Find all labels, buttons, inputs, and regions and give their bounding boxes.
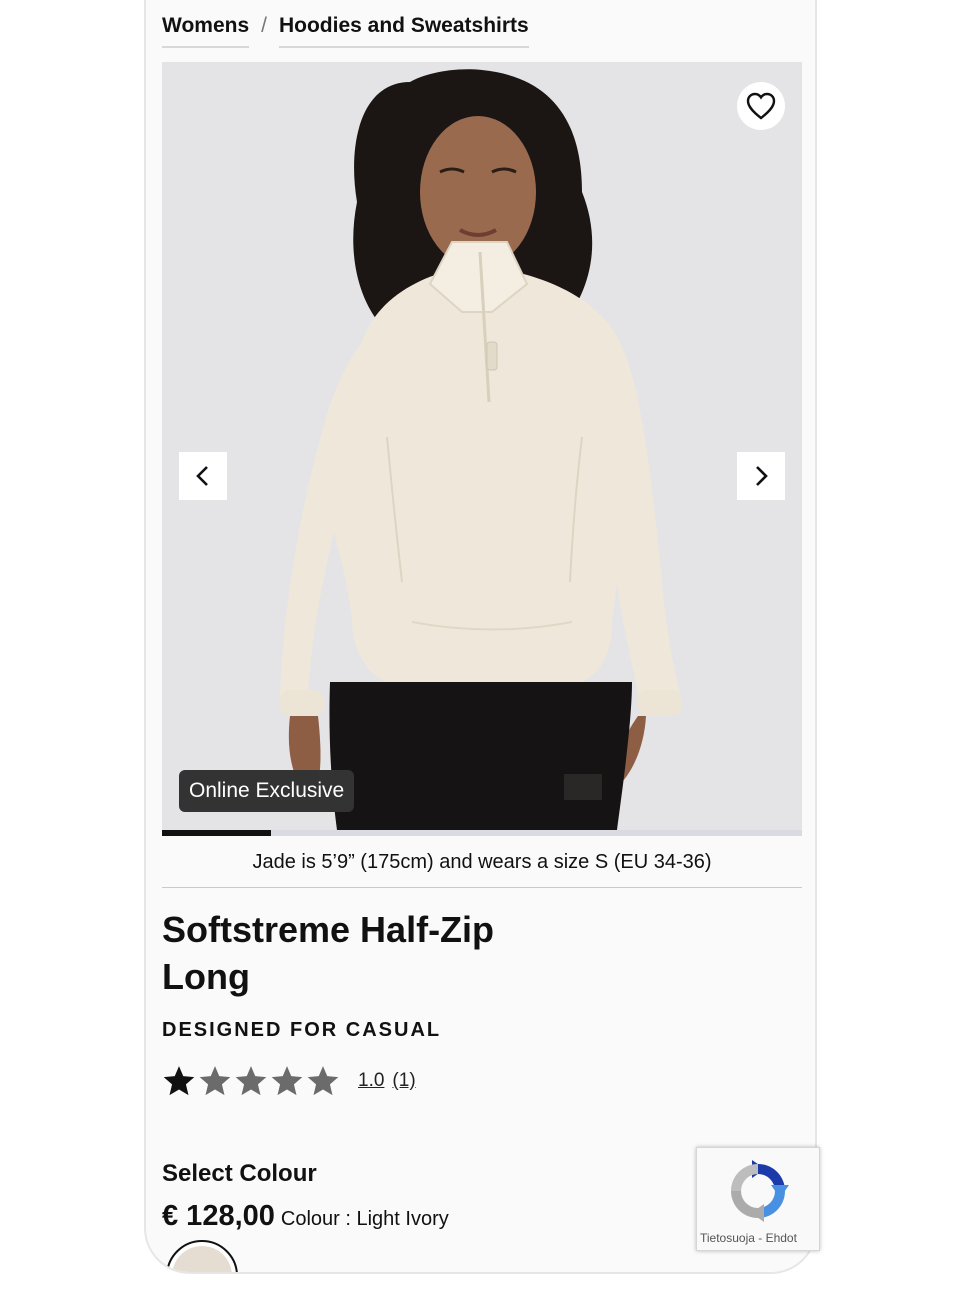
star-empty-icon: [199, 1066, 231, 1096]
colour-swatch-fill: [172, 1246, 232, 1272]
rating-value-link[interactable]: 1.0: [358, 1070, 384, 1092]
previous-image-button[interactable]: [179, 452, 227, 500]
product-price: € 128,00: [162, 1200, 275, 1232]
chevron-left-icon: [196, 466, 208, 486]
colour-swatch-light-ivory[interactable]: [166, 1240, 238, 1272]
rating-count-link[interactable]: (1): [392, 1070, 415, 1092]
product-title-line-1: Softstreme Half-Zip: [162, 909, 495, 950]
gallery-progress-bar: [162, 830, 802, 836]
gallery-progress-fill: [162, 830, 271, 836]
select-colour-heading: Select Colour: [162, 1160, 317, 1187]
product-title-line-2: Long: [162, 956, 250, 997]
rating-stars: [162, 1064, 340, 1098]
star-empty-icon: [235, 1066, 267, 1096]
product-rating: 1.0 (1): [162, 1064, 416, 1098]
star-empty-icon: [307, 1066, 339, 1096]
wishlist-button[interactable]: [737, 82, 785, 130]
heart-icon: [746, 92, 776, 120]
star-empty-icon: [271, 1066, 303, 1096]
selected-colour-label: Colour : Light Ivory: [280, 1208, 449, 1230]
product-title: Softstreme Half-Zip Long: [162, 906, 582, 1000]
chevron-right-icon: [756, 466, 768, 486]
model-size-note: Jade is 5’9” (175cm) and wears a size S …: [162, 838, 802, 888]
breadcrumb-hoodies[interactable]: Hoodies and Sweatshirts: [278, 14, 529, 48]
breadcrumb-womens[interactable]: Womens: [162, 14, 250, 48]
online-exclusive-badge: Online Exclusive: [179, 770, 355, 812]
recaptcha-icon: [731, 1160, 789, 1222]
recaptcha-badge[interactable]: Tietosuoja - Ehdot: [696, 1147, 820, 1251]
product-photo: [162, 62, 802, 830]
product-image-gallery[interactable]: Online Exclusive: [162, 62, 802, 830]
phone-frame: Womens / Hoodies and Sweatshirts Online …: [144, 0, 817, 1274]
next-image-button[interactable]: [737, 452, 785, 500]
price-row: € 128,00 Colour : Light Ivory: [162, 1200, 449, 1233]
star-filled-icon: [163, 1066, 195, 1096]
product-subtitle: DESIGNED FOR CASUAL: [162, 1019, 442, 1041]
recaptcha-privacy-terms[interactable]: Tietosuoja - Ehdot: [700, 1231, 797, 1245]
breadcrumb: Womens / Hoodies and Sweatshirts: [162, 14, 529, 50]
breadcrumb-separator: /: [261, 14, 267, 37]
